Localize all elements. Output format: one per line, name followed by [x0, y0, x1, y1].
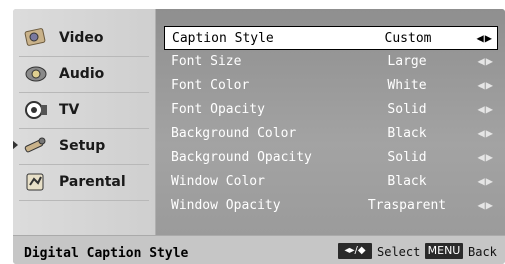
setting-label: Background Opacity: [171, 150, 312, 165]
sidebar-item-label: TV: [59, 102, 80, 118]
caption-settings-list: Caption Style Custom ◀▶ Font Size Large …: [156, 9, 505, 235]
setting-row-window-color[interactable]: Window Color Black ◀▶: [164, 170, 498, 194]
sidebar-item-setup[interactable]: Setup: [13, 131, 147, 161]
sidebar-item-label: Audio: [59, 66, 105, 82]
video-icon: [21, 25, 51, 51]
select-hint-label: Select: [377, 245, 421, 259]
setting-row-font-color[interactable]: Font Color White ◀▶: [164, 74, 498, 98]
left-right-arrows-icon[interactable]: ◀▶: [478, 174, 494, 188]
left-right-arrows-icon[interactable]: ◀▶: [477, 31, 493, 45]
status-bar: Digital Caption Style ◂▸/◆ Select MENU B…: [13, 235, 505, 264]
setting-value: Black: [387, 126, 427, 141]
setting-value: Trasparent: [367, 198, 447, 213]
sidebar-item-parental[interactable]: Parental: [21, 167, 147, 197]
setting-value: Large: [387, 54, 427, 69]
caption-settings-osd: Video Audio TV Setup Parental Caption St…: [13, 9, 505, 264]
audio-icon: [21, 61, 51, 87]
setting-label: Font Opacity: [171, 102, 265, 117]
sidebar-item-audio[interactable]: Audio: [21, 59, 147, 89]
status-title: Digital Caption Style: [24, 246, 189, 261]
setting-label: Window Color: [171, 174, 265, 189]
setting-label: Font Color: [171, 78, 250, 93]
left-right-arrows-icon[interactable]: ◀▶: [478, 150, 494, 164]
setting-value: Black: [387, 174, 427, 189]
setting-row-font-opacity[interactable]: Font Opacity Solid ◀▶: [164, 98, 498, 122]
sidebar-item-label: Parental: [59, 174, 126, 190]
sidebar-item-video[interactable]: Video: [21, 23, 147, 53]
setting-label: Caption Style: [172, 31, 274, 46]
active-pointer-icon: [13, 140, 18, 150]
setting-row-font-size[interactable]: Font Size Large ◀▶: [164, 50, 498, 74]
setting-value: White: [387, 78, 427, 93]
navigate-key-icon: ◂▸/◆: [338, 243, 372, 259]
left-right-arrows-icon[interactable]: ◀▶: [478, 54, 494, 68]
left-right-arrows-icon[interactable]: ◀▶: [478, 126, 494, 140]
menu-key: MENU: [425, 243, 463, 259]
sidebar-menu: Video Audio TV Setup Parental: [13, 9, 156, 235]
sidebar-item-label: Setup: [59, 138, 106, 154]
sidebar-item-label: Video: [59, 30, 104, 46]
divider: [19, 92, 149, 93]
setting-value: Solid: [387, 102, 427, 117]
left-right-arrows-icon[interactable]: ◀▶: [478, 102, 494, 116]
setup-icon: [21, 133, 51, 159]
setting-label: Background Color: [171, 126, 297, 141]
setting-row-window-opacity[interactable]: Window Opacity Trasparent ◀▶: [164, 194, 498, 218]
left-right-arrows-icon[interactable]: ◀▶: [478, 78, 494, 92]
setting-row-background-color[interactable]: Background Color Black ◀▶: [164, 122, 498, 146]
setting-label: Window Opacity: [171, 198, 281, 213]
sidebar-item-tv[interactable]: TV: [21, 95, 147, 125]
back-hint-label: Back: [468, 245, 497, 259]
setting-value: Custom: [384, 31, 432, 46]
parental-icon: [21, 169, 51, 195]
setting-value: Solid: [387, 150, 427, 165]
divider: [19, 164, 149, 165]
setting-row-caption-style[interactable]: Caption Style Custom ◀▶: [164, 26, 498, 50]
divider: [19, 128, 149, 129]
divider: [19, 56, 149, 57]
setting-row-background-opacity[interactable]: Background Opacity Solid ◀▶: [164, 146, 498, 170]
setting-label: Font Size: [171, 54, 242, 69]
divider: [19, 200, 149, 201]
tv-icon: [21, 97, 51, 123]
left-right-arrows-icon[interactable]: ◀▶: [478, 198, 494, 212]
